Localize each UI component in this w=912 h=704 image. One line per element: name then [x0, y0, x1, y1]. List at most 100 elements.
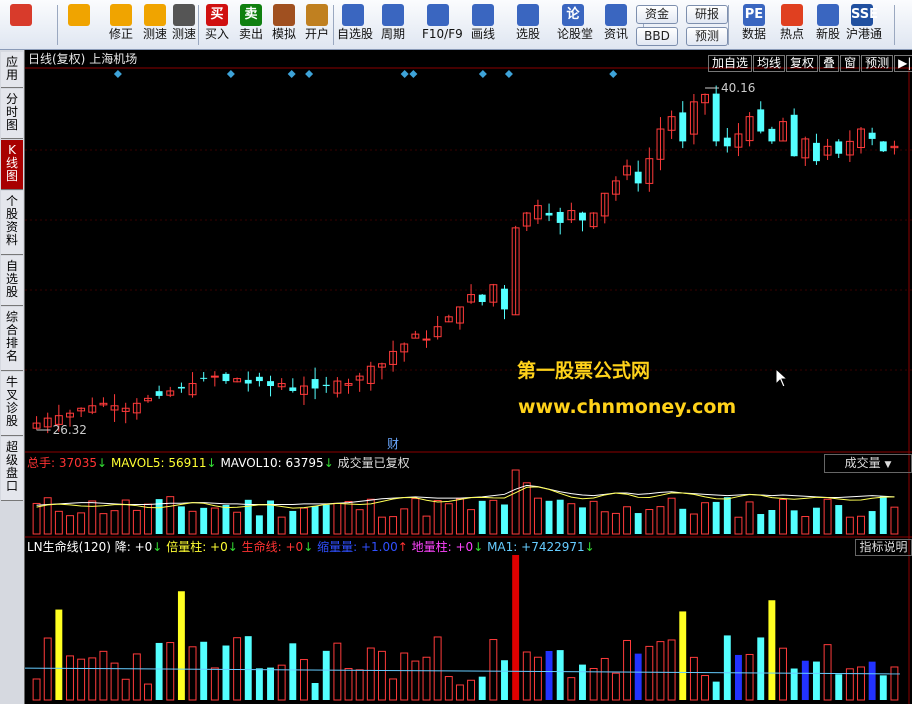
indicator-bar: [512, 555, 520, 700]
beiliang-label: 倍量柱:: [166, 540, 211, 554]
left-tab-strip: 应用分时图 K线图个股资料 自选股 综合排名 牛叉诊股 超级盘口: [0, 50, 25, 704]
updown-arrows-icon: [110, 4, 132, 26]
toolbar-button-label: F10/F9: [422, 27, 463, 41]
toolbar-button-label: 修正: [108, 27, 133, 41]
suoliang-value: +1.00: [360, 540, 398, 554]
left-tab-3[interactable]: 个股资料: [1, 191, 23, 255]
toolbar-button-0[interactable]: [5, 3, 37, 47]
toolbar-pill-2[interactable]: 研报: [686, 5, 728, 24]
candle-body-down: [768, 128, 776, 142]
candle-body-down: [322, 384, 330, 387]
mouse-cursor-icon: [775, 368, 789, 388]
candle-body-up: [422, 338, 431, 341]
toolbar-button-2[interactable]: 修正: [105, 3, 137, 47]
toolbar-button-6[interactable]: 卖卖出: [235, 3, 267, 47]
toolbar-separator: [728, 5, 729, 45]
high-price-label: 40.16: [721, 81, 755, 95]
toolbar-button-19[interactable]: SSE 沪港通: [846, 3, 882, 47]
indicator-bar: [879, 675, 887, 700]
toolbar-button-label: 画线: [470, 27, 495, 41]
lock-icon: [306, 4, 328, 26]
toolbar-button-13[interactable]: 选股: [512, 3, 544, 47]
indicator-bar: [478, 676, 486, 700]
volume-bar-down: [812, 507, 820, 534]
main-toolbar: 修正 测速 测速买买入卖卖出 模拟 开户 自选股 周期 F10/F9 画线 选股论论股堂 资讯 PE 数…: [0, 0, 912, 50]
diliang-arrow: ↓: [473, 540, 484, 554]
left-tab-7[interactable]: 超级盘口: [1, 437, 23, 501]
candle-body-down: [835, 141, 843, 154]
left-tab-1[interactable]: 分时图: [1, 89, 23, 139]
toolbar-button-label: 买入: [204, 27, 229, 41]
volume-bar-down: [177, 506, 185, 534]
pin-icon[interactable]: ▶|: [894, 55, 912, 72]
indicator-bar: [311, 682, 319, 700]
chart-button-0[interactable]: 加自选: [708, 55, 753, 72]
mavol5-value: 56911: [168, 456, 207, 470]
toolbar-separator: [333, 5, 334, 45]
chart-button-3[interactable]: 叠: [819, 55, 840, 72]
toolbar-button-4[interactable]: 测速: [168, 3, 200, 47]
candle-body-down: [289, 387, 297, 391]
life-arrow: ↓: [303, 540, 314, 554]
left-tab-0[interactable]: 应用: [1, 52, 23, 88]
left-tab-2[interactable]: K线图: [1, 140, 23, 190]
volume-indicator-select[interactable]: 成交量 ▼: [824, 454, 912, 473]
volume-bar-down: [222, 504, 230, 534]
left-tab-6[interactable]: 牛叉诊股: [1, 372, 23, 436]
toolbar-separator: [57, 5, 58, 45]
indicator-bar: [801, 660, 809, 700]
toolbar-button-11[interactable]: F10/F9: [422, 3, 463, 47]
sell-icon: 卖: [240, 4, 262, 26]
indicator-bar: [812, 661, 820, 700]
toolbar-button-label: 选股: [515, 27, 540, 41]
chart-button-2[interactable]: 复权: [786, 55, 819, 72]
toolbar-button-12[interactable]: 画线: [467, 3, 499, 47]
candle-body-down: [155, 391, 163, 396]
toolbar-pill-1[interactable]: BBD: [636, 27, 678, 46]
sse-hkex-icon: SSE: [851, 4, 878, 26]
home-icon: [10, 4, 32, 26]
volume-bar-down: [768, 510, 776, 534]
toolbar-button-17[interactable]: 热点: [776, 3, 808, 47]
toolbar-button-5[interactable]: 买买入: [201, 3, 233, 47]
candle-body-down: [545, 212, 553, 216]
volume-bar-down: [634, 513, 642, 534]
news-icon: [605, 4, 627, 26]
toolbar-button-15[interactable]: 资讯: [600, 3, 632, 47]
left-tab-label: K线图: [6, 143, 19, 183]
life-label: 生命线:: [241, 540, 286, 554]
left-tab-4[interactable]: 自选股: [1, 256, 23, 306]
candle-body-down: [634, 171, 642, 184]
toolbar-button-3[interactable]: 测速: [139, 3, 171, 47]
low-price-label: 26.32: [53, 423, 87, 437]
back-arrow-icon: [68, 4, 90, 26]
indicator-bar: [757, 637, 765, 700]
mavol10-label: MAVOL10:: [220, 456, 286, 470]
pencil-icon: [472, 4, 494, 26]
candle-body-down: [679, 112, 687, 142]
indicator-help-button[interactable]: 指标说明: [855, 539, 912, 556]
toolbar-button-label: 新股: [815, 27, 840, 41]
chart-button-1[interactable]: 均线: [753, 55, 786, 72]
f10-icon: [427, 4, 449, 26]
toolbar-pill-3[interactable]: 预测: [686, 27, 728, 46]
left-tab-5[interactable]: 综合排名: [1, 307, 23, 371]
volume-bar-down: [501, 504, 508, 534]
indicator-arrow: ↓: [152, 540, 163, 554]
suoliang-arrow: ↑: [397, 540, 408, 554]
toolbar-button-9[interactable]: 自选股: [337, 3, 373, 47]
toolbar-button-7[interactable]: 模拟: [268, 3, 300, 47]
left-tab-label: 分时图: [6, 92, 19, 132]
chart-button-5[interactable]: 预测: [861, 55, 894, 72]
hot-icon: [781, 4, 803, 26]
volume-bar-down: [712, 501, 720, 534]
toolbar-button-14[interactable]: 论论股堂: [557, 3, 593, 47]
toolbar-button-1[interactable]: [63, 3, 95, 47]
chart-button-4[interactable]: 窗: [840, 55, 861, 72]
toolbar-button-18[interactable]: 新股: [812, 3, 844, 47]
toolbar-button-8[interactable]: 开户: [301, 3, 333, 47]
toolbar-button-10[interactable]: 周期: [377, 3, 409, 47]
toolbar-button-16[interactable]: PE 数据: [738, 3, 770, 47]
toolbar-pill-0[interactable]: 资金: [636, 5, 678, 24]
candle-body-down: [244, 379, 252, 384]
